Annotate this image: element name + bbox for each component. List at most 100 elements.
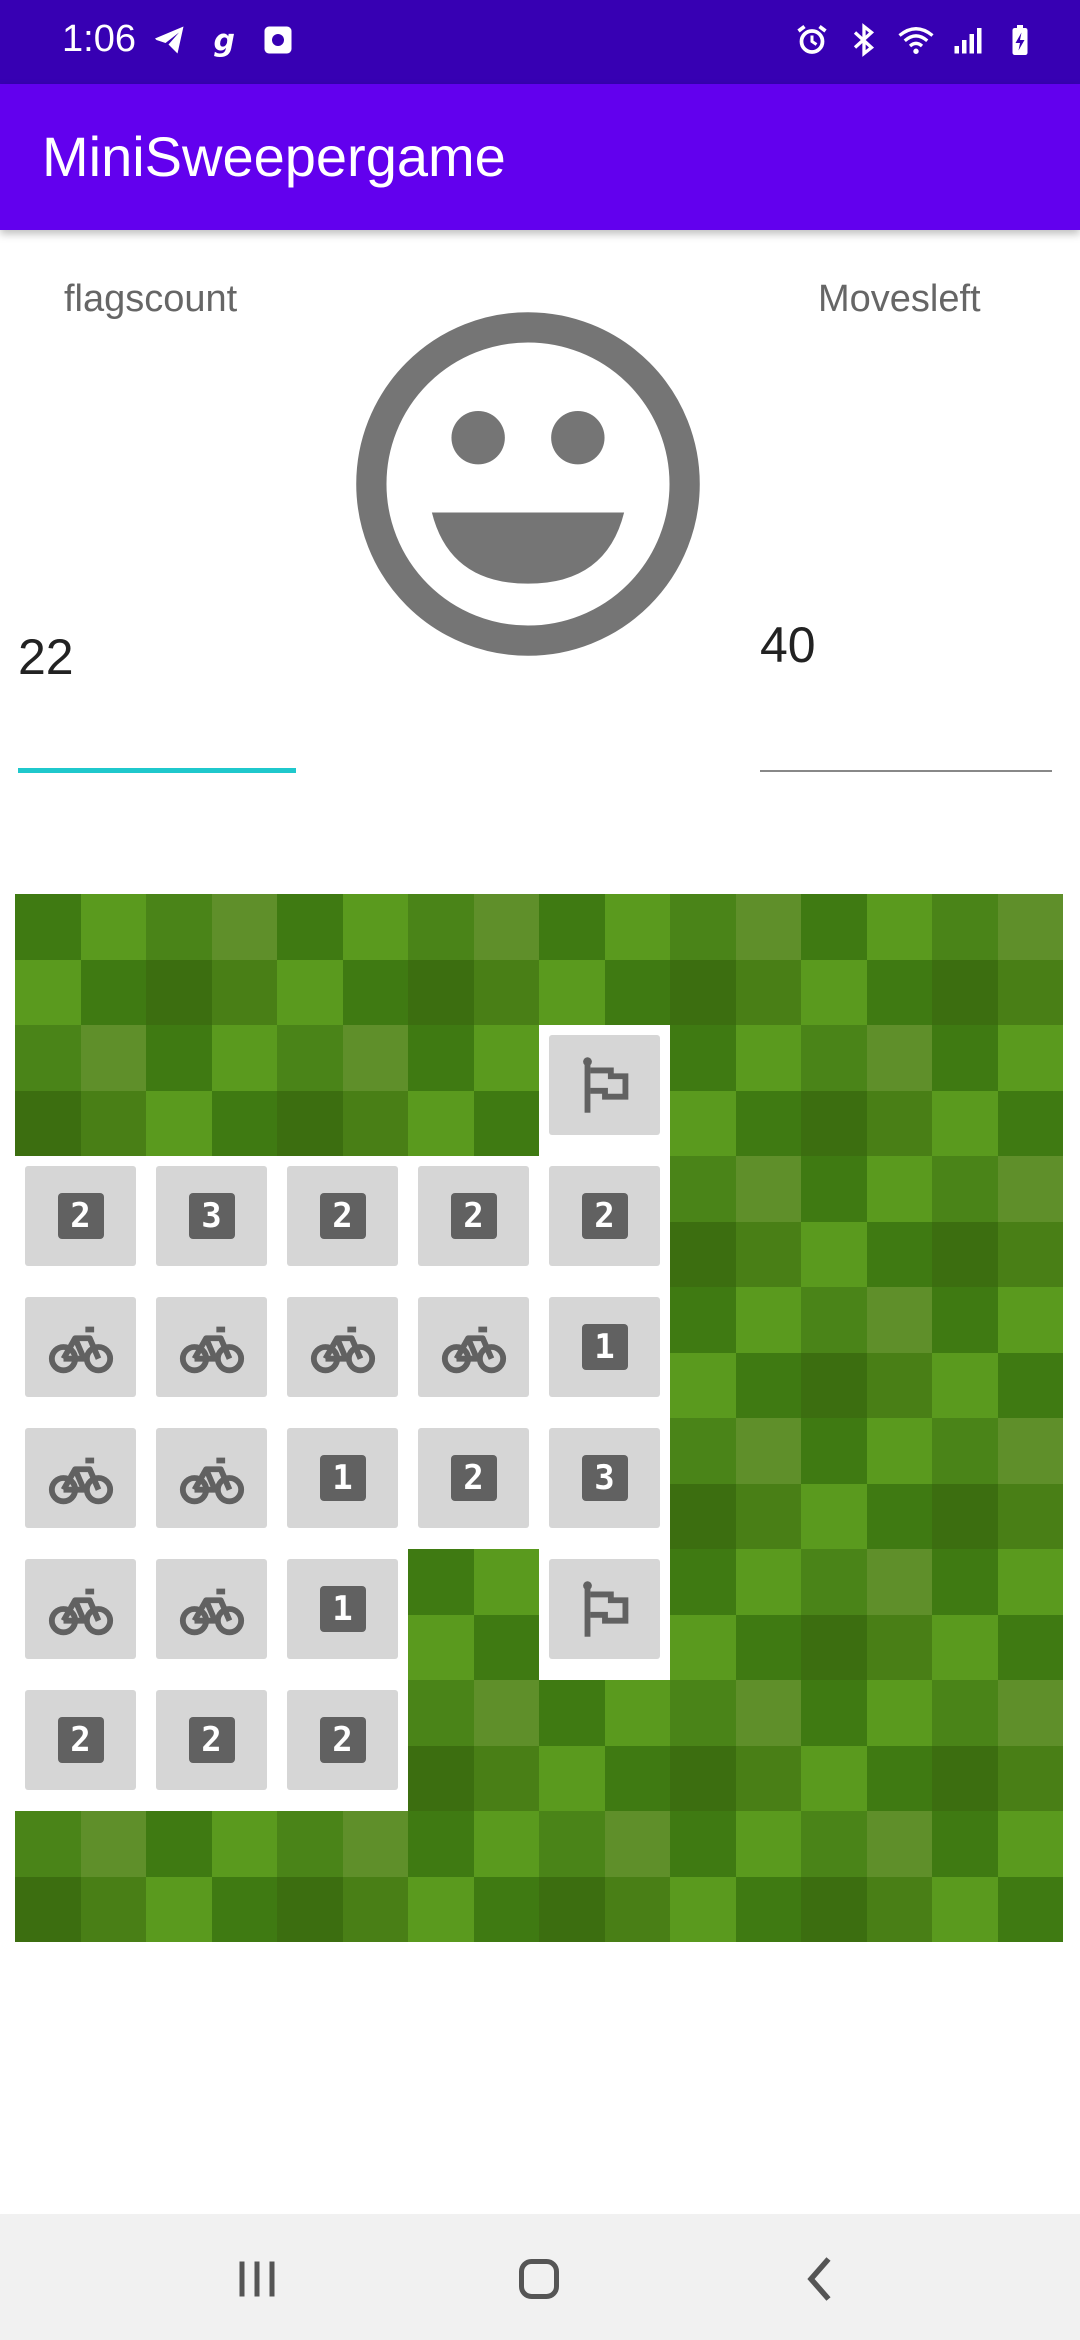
bike-cell[interactable] xyxy=(146,1287,277,1418)
recents-icon[interactable] xyxy=(222,2244,292,2314)
number-cell[interactable]: 3 xyxy=(539,1418,670,1549)
number-cell[interactable]: 2 xyxy=(408,1418,539,1549)
bike-cell[interactable] xyxy=(15,1418,146,1549)
hidden-cell[interactable] xyxy=(670,1680,801,1811)
bike-cell[interactable] xyxy=(146,1418,277,1549)
svg-text:g: g xyxy=(214,24,235,59)
hidden-cell[interactable] xyxy=(932,1811,1063,1942)
cell-number: 2 xyxy=(450,1455,497,1501)
hidden-cell[interactable] xyxy=(932,1156,1063,1287)
hidden-cell[interactable] xyxy=(15,894,146,1025)
bike-icon xyxy=(25,1559,136,1659)
hidden-cell[interactable] xyxy=(15,1811,146,1942)
flagged-cell[interactable] xyxy=(539,1549,670,1680)
hidden-cell[interactable] xyxy=(801,1811,932,1942)
number-tile: 3 xyxy=(549,1428,660,1528)
hidden-cell[interactable] xyxy=(670,1156,801,1287)
hidden-cell[interactable] xyxy=(408,1025,539,1156)
cell-number: 2 xyxy=(319,1717,366,1763)
telegram-icon xyxy=(150,20,190,60)
number-tile: 2 xyxy=(156,1690,267,1790)
flagged-cell[interactable] xyxy=(539,1025,670,1156)
cell-number: 2 xyxy=(188,1717,235,1763)
number-cell[interactable]: 2 xyxy=(15,1156,146,1287)
home-icon[interactable] xyxy=(504,2244,574,2314)
number-cell[interactable]: 2 xyxy=(539,1156,670,1287)
hidden-cell[interactable] xyxy=(670,1811,801,1942)
hidden-cell[interactable] xyxy=(146,1811,277,1942)
hidden-cell[interactable] xyxy=(670,1025,801,1156)
hidden-cell[interactable] xyxy=(539,1680,670,1811)
hidden-cell[interactable] xyxy=(670,1287,801,1418)
status-time: 1:06 xyxy=(62,18,136,60)
moves-left-field[interactable]: 40 xyxy=(760,616,816,674)
game-board: 2 3 2 2 2 1 1 2 3 1 2 2 2 xyxy=(15,894,1063,1942)
bike-icon xyxy=(25,1428,136,1528)
screen-record-icon xyxy=(258,20,298,60)
hidden-cell[interactable] xyxy=(801,1549,932,1680)
hidden-cell[interactable] xyxy=(670,894,801,1025)
cell-number: 1 xyxy=(581,1324,628,1370)
hidden-cell[interactable] xyxy=(801,894,932,1025)
hidden-cell[interactable] xyxy=(539,894,670,1025)
hidden-cell[interactable] xyxy=(15,1025,146,1156)
number-cell[interactable]: 2 xyxy=(408,1156,539,1287)
hidden-cell[interactable] xyxy=(670,1418,801,1549)
signal-icon xyxy=(948,20,988,60)
number-cell[interactable]: 2 xyxy=(15,1680,146,1811)
flag-icon xyxy=(549,1035,660,1135)
number-tile: 1 xyxy=(287,1428,398,1528)
hidden-cell[interactable] xyxy=(146,894,277,1025)
hidden-cell[interactable] xyxy=(932,1680,1063,1811)
cell-number: 1 xyxy=(319,1455,366,1501)
hidden-cell[interactable] xyxy=(801,1025,932,1156)
hidden-cell[interactable] xyxy=(277,1811,408,1942)
number-cell[interactable]: 2 xyxy=(146,1680,277,1811)
hidden-cell[interactable] xyxy=(277,894,408,1025)
back-icon[interactable] xyxy=(786,2244,856,2314)
hidden-cell[interactable] xyxy=(408,1680,539,1811)
g-icon: g xyxy=(204,20,244,60)
bike-icon xyxy=(156,1297,267,1397)
hidden-cell[interactable] xyxy=(932,1287,1063,1418)
hidden-cell[interactable] xyxy=(670,1549,801,1680)
hidden-cell[interactable] xyxy=(801,1680,932,1811)
number-cell[interactable]: 1 xyxy=(539,1287,670,1418)
bike-cell[interactable] xyxy=(277,1287,408,1418)
hidden-cell[interactable] xyxy=(801,1156,932,1287)
hidden-cell[interactable] xyxy=(277,1025,408,1156)
bike-icon xyxy=(156,1559,267,1659)
hidden-cell[interactable] xyxy=(932,1549,1063,1680)
hidden-cell[interactable] xyxy=(408,1811,539,1942)
bike-cell[interactable] xyxy=(146,1549,277,1680)
number-tile: 1 xyxy=(549,1297,660,1397)
number-tile: 2 xyxy=(287,1690,398,1790)
hidden-cell[interactable] xyxy=(146,1025,277,1156)
flags-count-field[interactable]: 22 xyxy=(18,628,74,686)
number-tile: 2 xyxy=(418,1166,529,1266)
hidden-cell[interactable] xyxy=(932,894,1063,1025)
cell-number: 2 xyxy=(57,1717,104,1763)
smiley-icon[interactable] xyxy=(350,306,706,662)
hidden-cell[interactable] xyxy=(801,1287,932,1418)
app-bar: MiniSweepergame xyxy=(0,84,1080,230)
moves-left-underline xyxy=(760,770,1052,772)
bike-cell[interactable] xyxy=(15,1287,146,1418)
cell-number: 2 xyxy=(581,1193,628,1239)
bike-cell[interactable] xyxy=(15,1549,146,1680)
status-bar: 1:06 g xyxy=(0,0,1080,84)
number-cell[interactable]: 2 xyxy=(277,1680,408,1811)
number-cell[interactable]: 1 xyxy=(277,1549,408,1680)
hidden-cell[interactable] xyxy=(408,1549,539,1680)
number-cell[interactable]: 2 xyxy=(277,1156,408,1287)
hidden-cell[interactable] xyxy=(932,1025,1063,1156)
bike-cell[interactable] xyxy=(408,1287,539,1418)
number-tile: 2 xyxy=(287,1166,398,1266)
number-cell[interactable]: 1 xyxy=(277,1418,408,1549)
hidden-cell[interactable] xyxy=(932,1418,1063,1549)
hidden-cell[interactable] xyxy=(539,1811,670,1942)
hidden-cell[interactable] xyxy=(408,894,539,1025)
hidden-cell[interactable] xyxy=(801,1418,932,1549)
number-cell[interactable]: 3 xyxy=(146,1156,277,1287)
cell-number: 3 xyxy=(188,1193,235,1239)
